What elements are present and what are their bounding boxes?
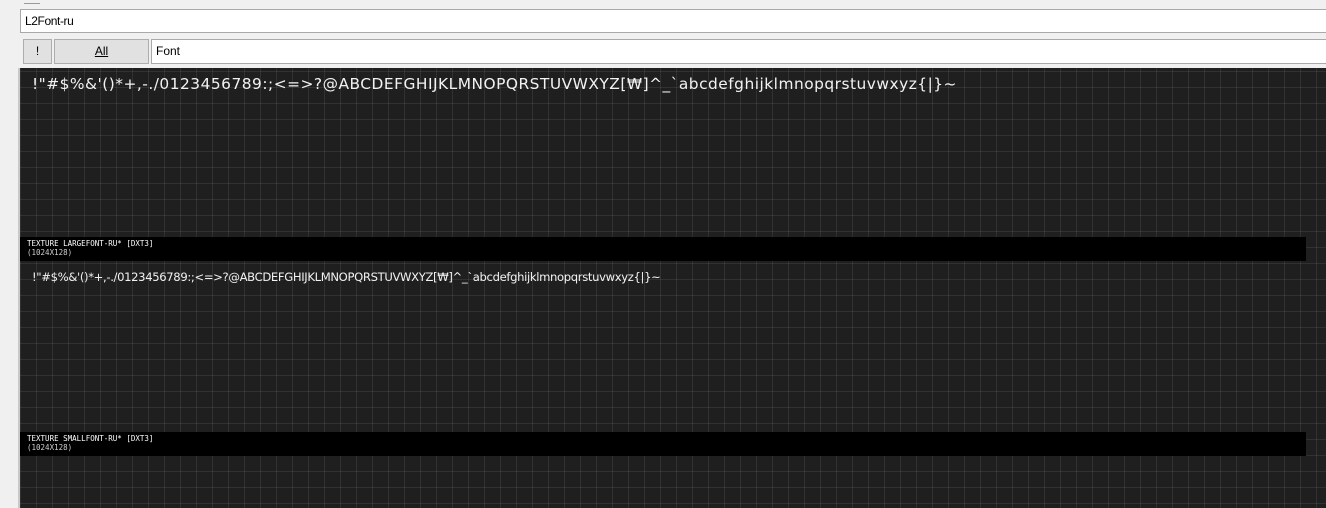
left-rail [0,0,18,508]
package-name-field[interactable]: L2Font-ru [20,9,1326,33]
large-font-texture-size: (1024X128) [27,248,73,257]
exclamation-button[interactable]: ! [23,39,52,64]
large-font-texture-label: TEXTURE LARGEFONT-RU* [DXT3] (1024X128) [20,237,1306,261]
small-font-glyph-preview: !"#$%&'()*+,-./0123456789:;<=>?@ABCDEFGH… [32,270,661,284]
top-strip [0,0,1326,8]
window-edge-cap [24,0,40,4]
filter-input[interactable]: Font [151,39,1326,64]
all-button[interactable]: All [54,39,149,64]
small-font-texture-label: TEXTURE SMALLFONT-RU* [DXT3] (1024X128) [20,432,1306,456]
texture-viewer[interactable]: !"#$%&'()*+,-./0123456789:;<=>?@ABCDEFGH… [18,68,1326,508]
large-font-glyph-preview: !"#$%&'()*+,-./0123456789:;<=>?@ABCDEFGH… [32,75,957,93]
large-font-texture-title: TEXTURE LARGEFONT-RU* [DXT3] [27,239,154,248]
small-font-texture-size: (1024X128) [27,443,73,452]
toolbar: ! All Font [20,39,1326,65]
small-font-texture-title: TEXTURE SMALLFONT-RU* [DXT3] [27,434,154,443]
